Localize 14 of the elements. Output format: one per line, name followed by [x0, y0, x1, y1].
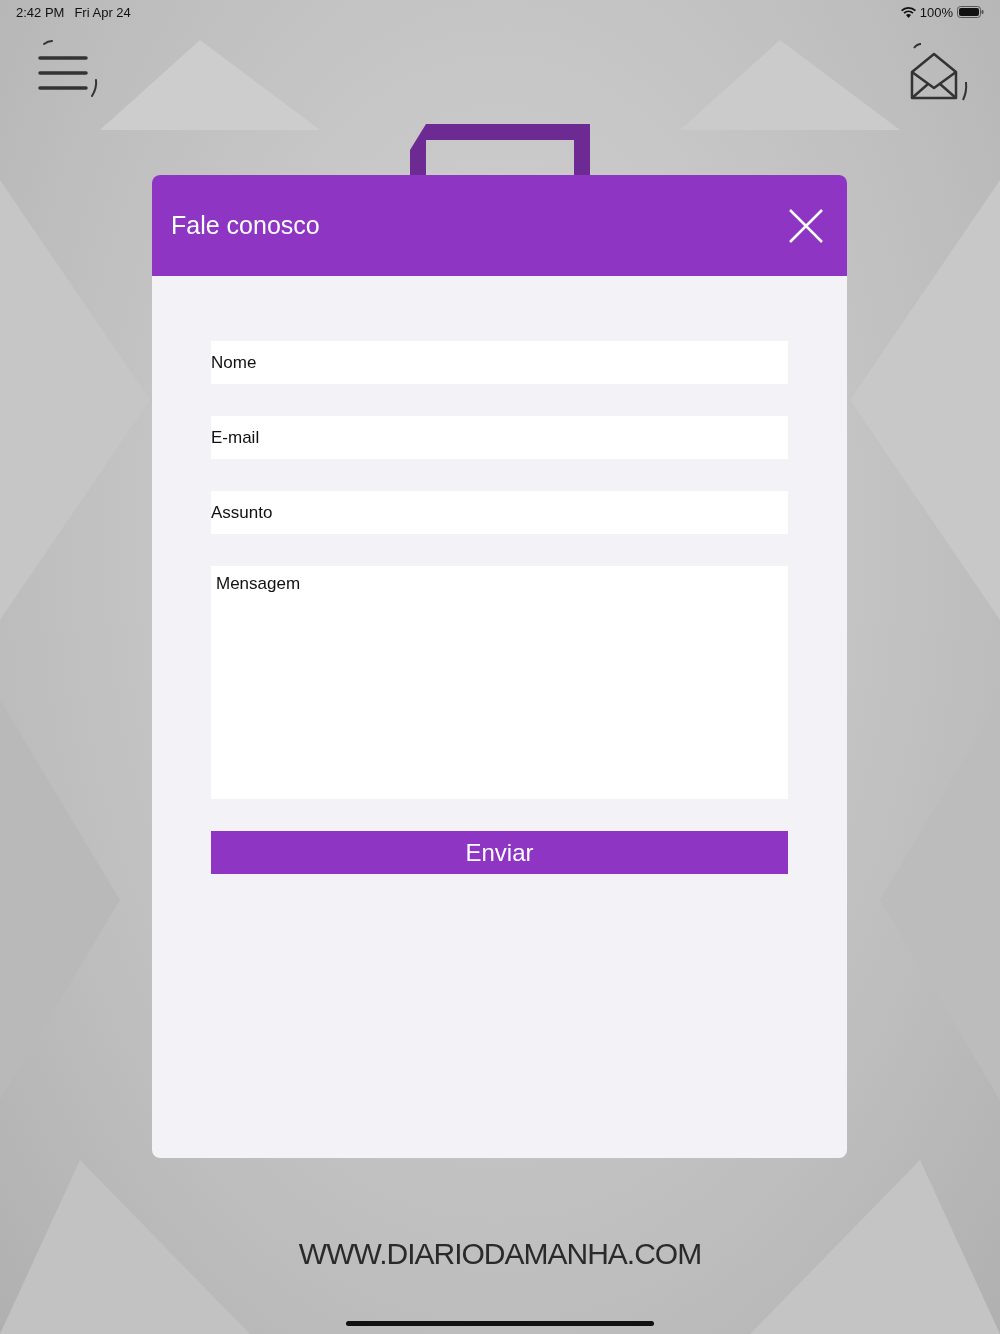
input-field[interactable]: Nome — [211, 341, 788, 384]
battery-percent: 100% — [919, 4, 953, 20]
status-date: Fri Apr 24 — [74, 4, 131, 20]
dialog-title: Fale conosco — [171, 211, 320, 240]
send-button[interactable]: Enviar — [211, 831, 788, 874]
battery-icon — [957, 6, 984, 18]
input-field[interactable]: Assunto — [211, 491, 788, 534]
input-field[interactable]: E-mail — [211, 416, 788, 459]
status-time: 2:42 PM — [16, 4, 65, 20]
menu-icon[interactable] — [36, 40, 100, 98]
website-url: WWW.DIARIODAMANHA.COM — [298, 1237, 702, 1271]
wifi-icon — [900, 6, 916, 18]
close-button[interactable] — [787, 206, 825, 245]
message-field[interactable]: Mensagem — [211, 566, 788, 799]
